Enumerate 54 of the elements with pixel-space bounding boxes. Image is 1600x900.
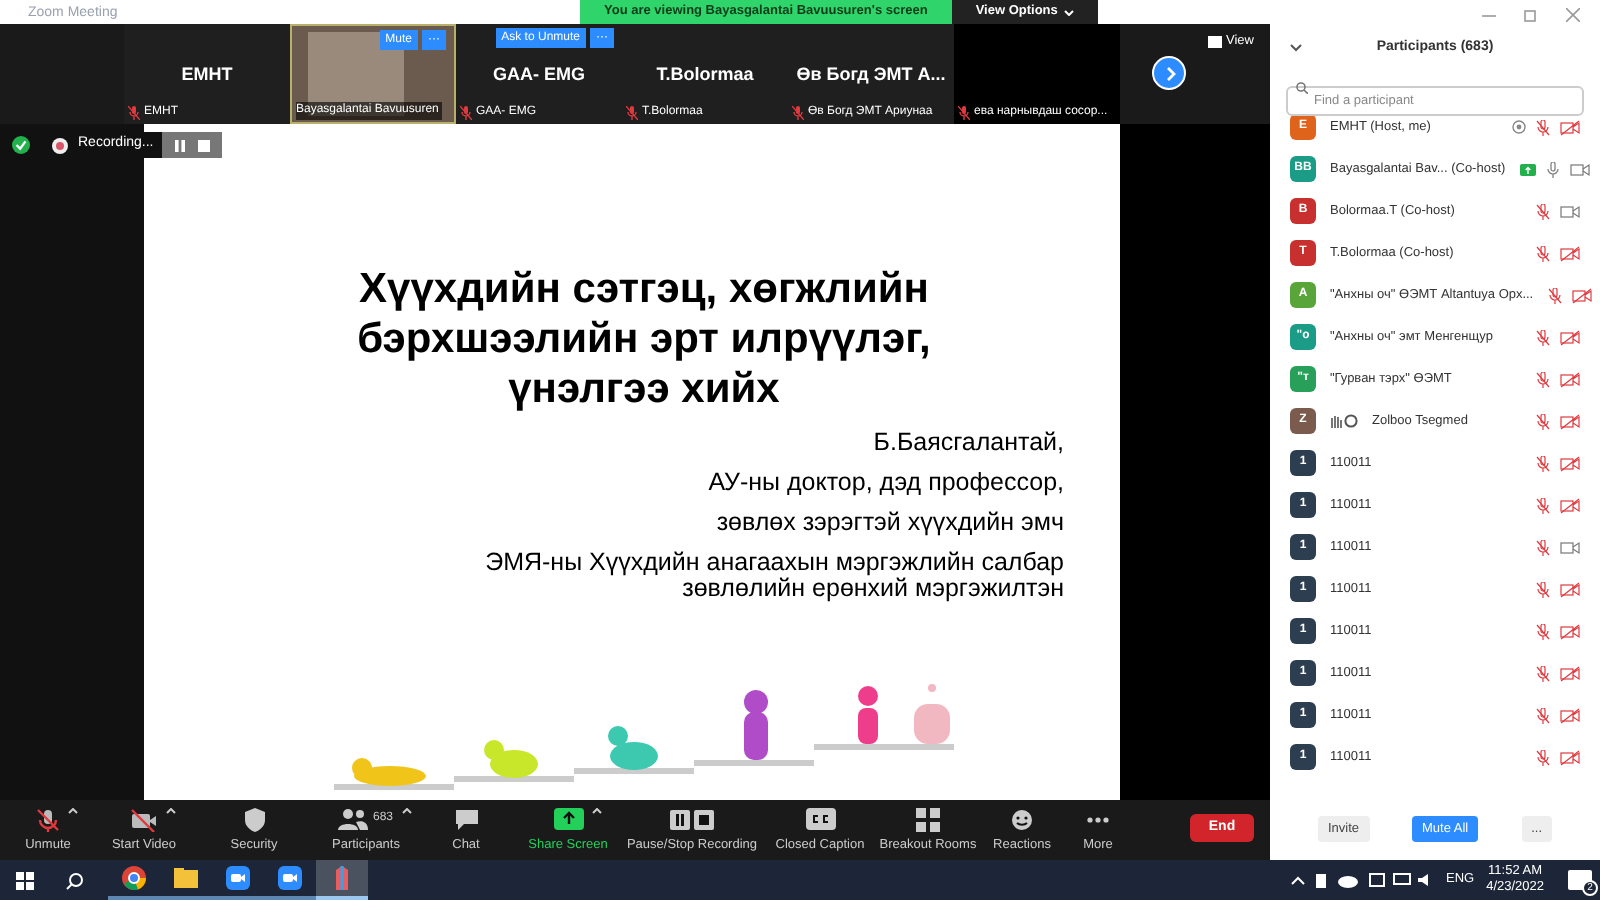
slide-text: зөвлөх зэрэгтэй хүүхдийн эмч — [716, 510, 1064, 536]
muted-mic-icon — [36, 807, 60, 832]
collapse-chevron-icon[interactable] — [1290, 44, 1302, 52]
folder-icon — [174, 868, 198, 888]
taskbar-app[interactable] — [212, 860, 264, 900]
search-icon[interactable] — [66, 871, 84, 889]
app-icon — [332, 866, 352, 890]
raised-hand-icon — [1330, 414, 1358, 428]
participant-name: EMHT — [181, 62, 233, 88]
more-icon — [1086, 815, 1110, 824]
caret-icon[interactable] — [68, 808, 78, 815]
record-icon — [52, 137, 68, 153]
caret-icon[interactable] — [591, 808, 601, 815]
shield-check-icon — [12, 136, 30, 154]
chat-bubble-icon — [453, 807, 479, 832]
share-screen-icon — [553, 808, 583, 831]
slide-author: Б.Баясгалантай, — [873, 430, 1064, 456]
cc-icon — [805, 808, 835, 831]
screen-share-icon — [1519, 163, 1536, 175]
chevron-right-icon — [1161, 65, 1177, 81]
muted-mic-icon — [128, 106, 140, 120]
caret-icon[interactable] — [166, 808, 176, 815]
stop-icon[interactable] — [197, 139, 210, 151]
muted-mic-icon — [792, 106, 804, 120]
slide-text: ЭМЯ-ны Хүүхдийн анагаахын мэргэжлийн салбар зөвлөлийн ерөнхий мэргэжилтэн — [483, 550, 1064, 602]
taskbar-app[interactable] — [264, 860, 316, 900]
video-camera-icon — [226, 866, 250, 890]
shield-icon — [243, 807, 265, 832]
taskbar-app[interactable] — [108, 860, 160, 900]
tray-icons-drawing[interactable] — [1289, 872, 1434, 888]
browser-icon — [122, 866, 146, 890]
search-icon — [1296, 81, 1308, 93]
chevron-down-icon — [1063, 9, 1074, 15]
grid-icon — [1208, 35, 1223, 48]
close-icon[interactable] — [1566, 7, 1580, 21]
caret-icon[interactable] — [401, 808, 411, 815]
people-icon — [338, 808, 369, 831]
windows-start-icon[interactable] — [16, 871, 34, 889]
participant-name: T.Bolormaa — [656, 62, 754, 88]
slide-title: Хүүхдийн сэтгэц, хөгжлийн бэрхшээлийн эрт илрүүлэг, үнэлгээ хийх — [355, 264, 933, 414]
video-camera-icon — [278, 866, 302, 890]
participant-name: Өв Богд ЭМТ А... — [796, 62, 946, 88]
muted-mic-icon — [626, 106, 638, 120]
record-icon — [1512, 120, 1526, 134]
pause-icon[interactable] — [173, 139, 186, 151]
muted-mic-icon — [958, 106, 970, 120]
slide-text: АУ-ны доктор, дэд профессор, — [708, 470, 1064, 496]
video-off-icon — [130, 807, 158, 832]
next-page-button[interactable] — [1152, 56, 1186, 90]
participant-name: GAA- EMG — [493, 62, 585, 88]
muted-mic-icon — [460, 106, 472, 120]
pause-stop-icon — [670, 809, 714, 830]
grid-icon — [916, 807, 940, 832]
smiley-icon — [1010, 807, 1034, 832]
